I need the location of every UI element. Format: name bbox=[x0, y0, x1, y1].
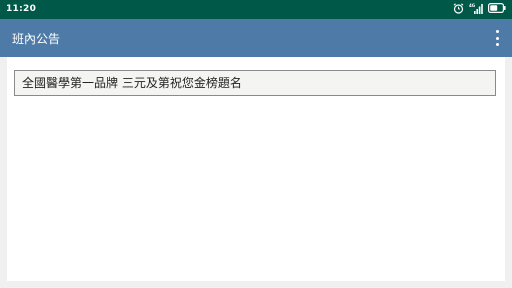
announcement-item[interactable]: 全國醫學第一品牌 三元及第祝您金榜題名 bbox=[14, 70, 496, 96]
announcement-list: 全國醫學第一品牌 三元及第祝您金榜題名 bbox=[7, 57, 505, 281]
more-vert-icon[interactable] bbox=[494, 30, 500, 46]
status-bar: 11:20 4G bbox=[0, 0, 512, 19]
svg-text:4G: 4G bbox=[469, 3, 475, 8]
app-bar: 班內公告 bbox=[0, 19, 512, 57]
status-icons: 4G bbox=[453, 3, 506, 16]
menu-dot bbox=[495, 43, 499, 46]
battery-icon bbox=[488, 3, 506, 16]
signal-icon: 4G bbox=[469, 3, 483, 17]
menu-dot bbox=[495, 36, 499, 40]
status-time: 11:20 bbox=[6, 4, 37, 14]
app-title: 班內公告 bbox=[12, 32, 61, 46]
menu-dot bbox=[495, 30, 499, 33]
alarm-icon bbox=[453, 2, 464, 17]
